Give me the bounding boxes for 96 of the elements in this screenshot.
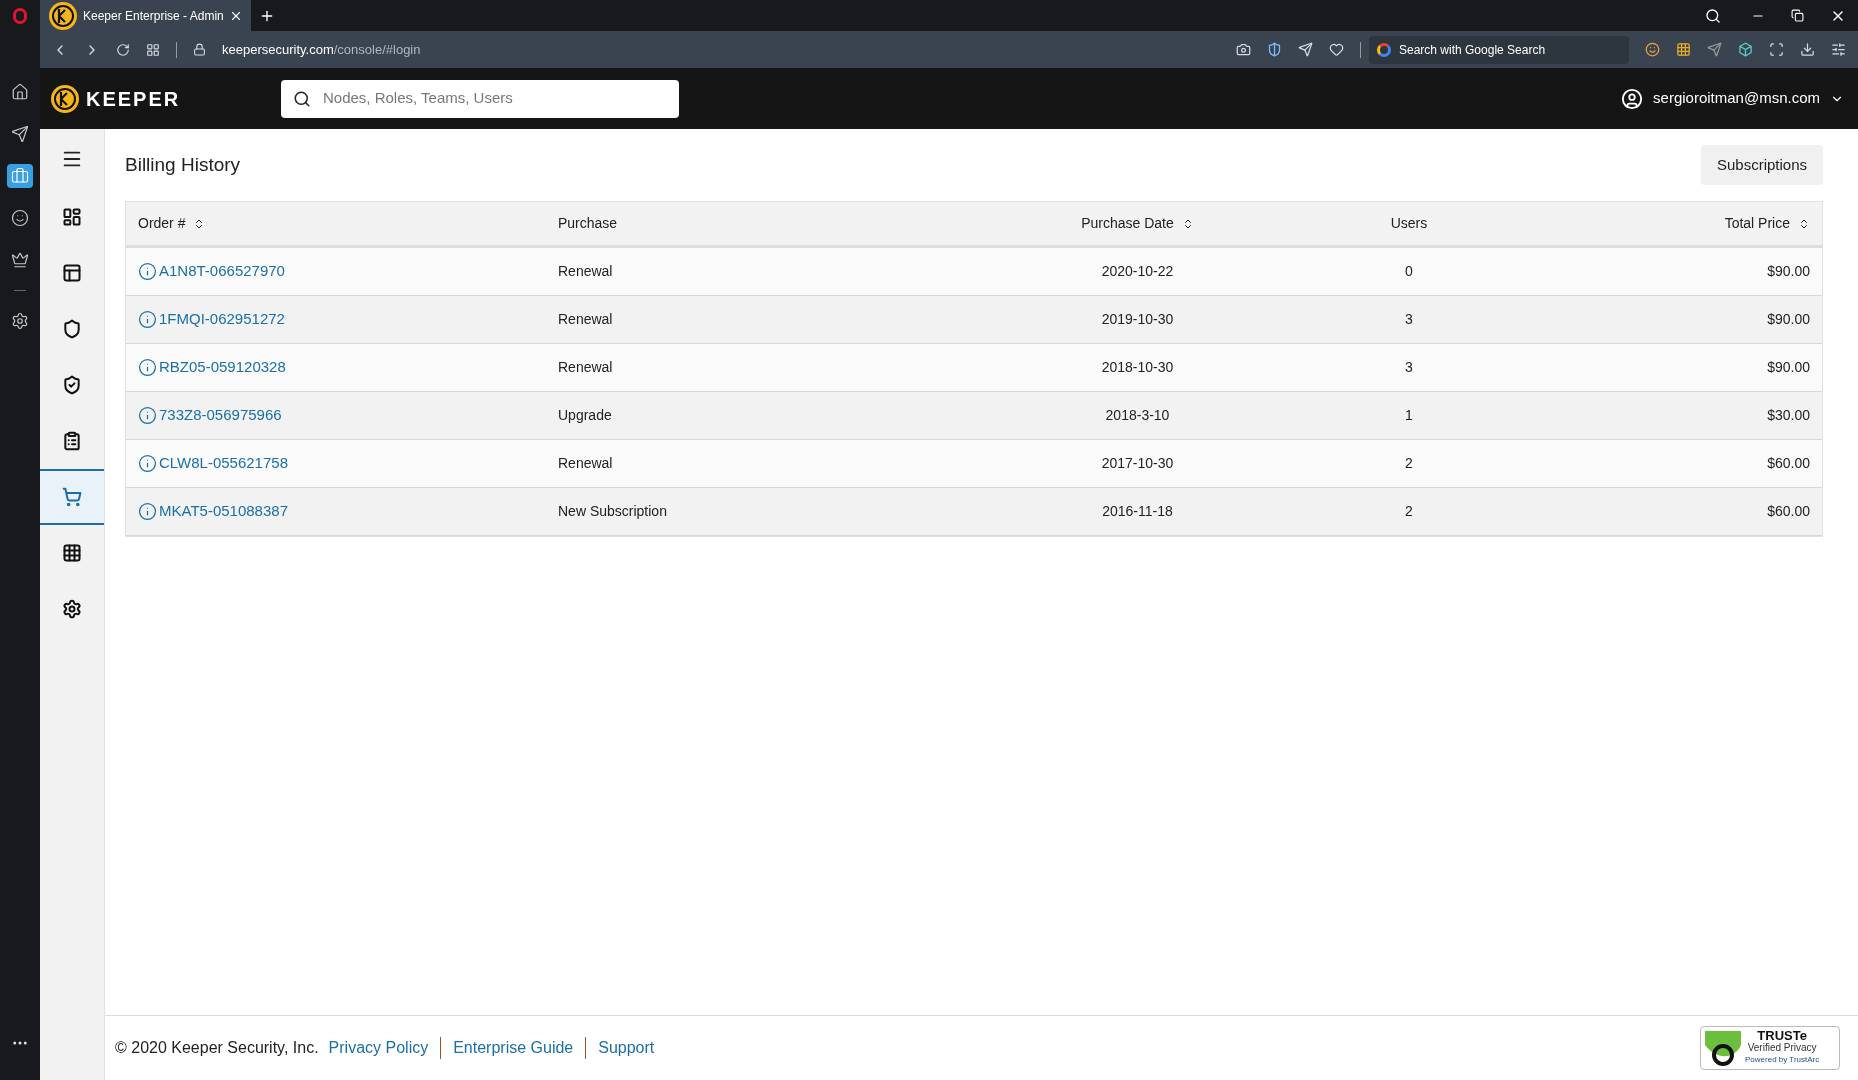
extension-icon[interactable] bbox=[1676, 42, 1691, 57]
table-cell-text: $90.00 bbox=[1767, 358, 1810, 377]
copyright-text: © 2020 Keeper Security, Inc. bbox=[115, 1038, 319, 1058]
heart-icon[interactable] bbox=[1329, 42, 1344, 57]
footer-link[interactable]: Support bbox=[598, 1036, 655, 1060]
restore-icon[interactable] bbox=[1791, 9, 1804, 22]
shield-check-icon bbox=[62, 375, 82, 395]
layout-icon bbox=[62, 263, 82, 283]
info-icon[interactable] bbox=[138, 310, 157, 329]
subscriptions-button[interactable]: Subscriptions bbox=[1700, 145, 1823, 185]
browser-tab[interactable]: Keeper Enterprise - Admin bbox=[40, 0, 251, 31]
table-cell-text: 3 bbox=[1405, 310, 1413, 329]
truste-seal-icon bbox=[1703, 1029, 1743, 1067]
table-cell-text: New Subscription bbox=[558, 502, 667, 521]
search-icon[interactable] bbox=[1705, 7, 1721, 24]
keeper-logo-icon bbox=[50, 83, 80, 114]
grid-icon bbox=[62, 543, 82, 563]
keeper-logo-icon bbox=[48, 0, 78, 31]
table-cell-text: 3 bbox=[1405, 358, 1413, 377]
order-link[interactable]: A1N8T-066527970 bbox=[159, 260, 285, 283]
table-cell-text: 2018-10-30 bbox=[1101, 358, 1174, 377]
table-cell-text: Renewal bbox=[558, 310, 613, 329]
table-cell-text: 2019-10-30 bbox=[1101, 310, 1174, 329]
table-cell-text: 2 bbox=[1405, 502, 1413, 521]
table-cell-text: $30.00 bbox=[1767, 406, 1810, 425]
address-field[interactable]: keepersecurity.com/console/#login bbox=[222, 39, 421, 60]
keeper-logo-text: KEEPER bbox=[86, 86, 181, 112]
settings-icon bbox=[62, 599, 82, 619]
clipboard-icon bbox=[62, 431, 82, 451]
table-cell-text: 2020-10-22 bbox=[1101, 262, 1174, 281]
order-link[interactable]: RBZ05-059120328 bbox=[159, 356, 286, 379]
crown-icon bbox=[11, 251, 29, 269]
google-icon bbox=[1377, 42, 1391, 57]
footer-link[interactable]: Enterprise Guide bbox=[453, 1036, 574, 1060]
cart-icon bbox=[62, 487, 82, 507]
camera-icon[interactable] bbox=[1236, 42, 1251, 57]
sort-icon[interactable] bbox=[1798, 217, 1810, 230]
dashboard-icon bbox=[62, 207, 82, 227]
download-icon[interactable] bbox=[1800, 42, 1815, 57]
table-cell-text: Renewal bbox=[558, 262, 613, 281]
column-header: Purchase bbox=[558, 214, 618, 233]
info-icon[interactable] bbox=[138, 406, 157, 425]
table-cell-text: Renewal bbox=[558, 454, 613, 473]
search-icon bbox=[293, 89, 311, 108]
table-cell-text: $60.00 bbox=[1767, 454, 1810, 473]
shield-icon bbox=[62, 319, 82, 339]
column-header[interactable]: Total Price bbox=[1724, 213, 1790, 234]
info-icon[interactable] bbox=[138, 502, 157, 521]
table-cell-text: $90.00 bbox=[1767, 262, 1810, 281]
extension-icon[interactable] bbox=[1707, 42, 1722, 57]
extension-icon[interactable] bbox=[1645, 42, 1660, 57]
table-cell-text: 2018-3-10 bbox=[1105, 406, 1170, 425]
web-search-field[interactable]: Search with Google Search bbox=[1369, 35, 1629, 64]
reload-icon[interactable] bbox=[116, 42, 130, 57]
badge-powered-text: Powered by TrustArc bbox=[1745, 1054, 1820, 1066]
order-link[interactable]: 733Z8-056975966 bbox=[159, 404, 282, 427]
table-cell-text: Upgrade bbox=[558, 406, 612, 425]
order-link[interactable]: 1FMQI-062951272 bbox=[159, 308, 285, 331]
user-menu[interactable]: sergioroitman@msn.com bbox=[1621, 87, 1844, 110]
user-avatar-icon bbox=[1621, 87, 1644, 110]
order-link[interactable]: MKAT5-051088387 bbox=[159, 500, 288, 523]
truste-badge[interactable]: TRUSTe Verified Privacy Powered by TrustArc bbox=[1700, 1026, 1840, 1070]
footer-link[interactable]: Privacy Policy bbox=[328, 1036, 429, 1060]
smiley-icon bbox=[11, 209, 29, 227]
grid-icon[interactable] bbox=[146, 42, 160, 57]
global-search-field[interactable]: Nodes, Roles, Teams, Users bbox=[281, 79, 679, 118]
info-icon[interactable] bbox=[138, 358, 157, 377]
table-cell-text: 2 bbox=[1405, 454, 1413, 473]
order-link[interactable]: CLW8L-055621758 bbox=[159, 452, 288, 475]
table-cell-text: 2017-10-30 bbox=[1101, 454, 1174, 473]
table-cell-text: $60.00 bbox=[1767, 502, 1810, 521]
badge-title: TRUSTe bbox=[1757, 1030, 1807, 1042]
settings-icon bbox=[11, 312, 29, 330]
send-icon[interactable] bbox=[1298, 42, 1313, 57]
column-header[interactable]: Purchase Date bbox=[1081, 213, 1174, 234]
extension-icon[interactable] bbox=[1738, 42, 1753, 57]
table-cell-text: Renewal bbox=[558, 358, 613, 377]
easy-setup-icon[interactable] bbox=[1831, 42, 1846, 57]
briefcase-icon bbox=[11, 167, 29, 185]
home-icon bbox=[11, 83, 29, 101]
table-cell-text: 0 bbox=[1405, 262, 1413, 281]
table-cell-text: 2016-11-18 bbox=[1102, 502, 1173, 521]
snapshot-icon[interactable] bbox=[1769, 42, 1784, 57]
shield-icon[interactable] bbox=[1267, 42, 1282, 57]
badge-subtitle: Verified Privacy bbox=[1747, 1042, 1817, 1054]
column-header: Users bbox=[1390, 214, 1428, 233]
lock-icon bbox=[193, 43, 206, 56]
page-title: Billing History bbox=[125, 152, 241, 177]
info-icon[interactable] bbox=[138, 262, 157, 281]
table-cell-text: $90.00 bbox=[1767, 310, 1810, 329]
opera-logo-icon[interactable] bbox=[13, 7, 27, 24]
table-cell-text: 1 bbox=[1405, 406, 1413, 425]
info-icon[interactable] bbox=[138, 454, 157, 473]
column-header[interactable]: Order # bbox=[138, 213, 186, 234]
tab-title: Keeper Enterprise - Admin bbox=[83, 7, 224, 25]
paper-plane-icon bbox=[11, 125, 29, 143]
